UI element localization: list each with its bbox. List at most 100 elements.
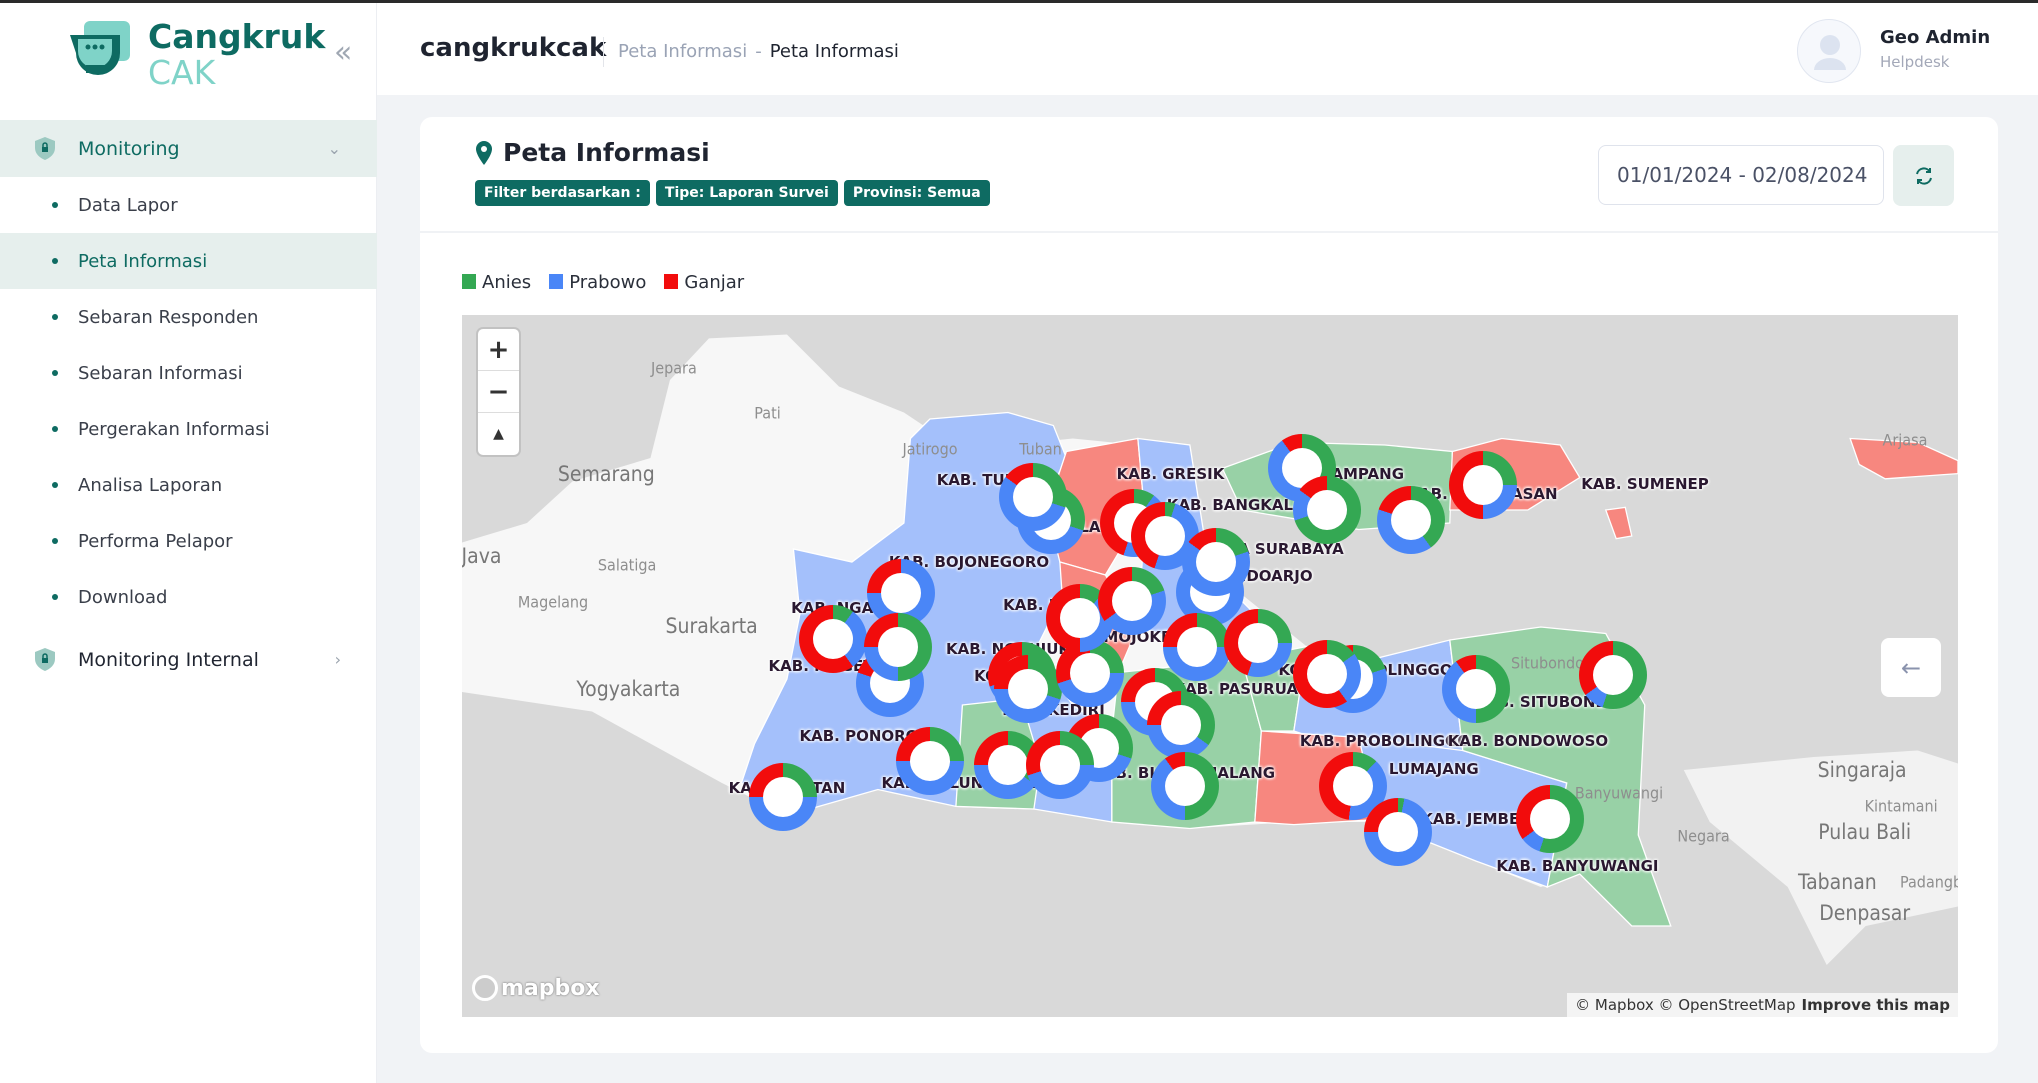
region-red-island-small: [1604, 506, 1633, 540]
breadcrumb: Peta Informasi - Peta Informasi: [618, 41, 899, 62]
header-divider: [603, 37, 604, 67]
city-label: Yogyakarta: [576, 677, 681, 702]
legend-item-ganjar: Ganjar: [664, 272, 744, 293]
map-canvas[interactable]: Jepara Pati Jatirogo Tuban Semarang Java Salat…: [462, 315, 1958, 1017]
card-divider: [420, 231, 1998, 233]
city-label: Java: [462, 543, 502, 568]
sidebar-item-label: Sebaran Informasi: [78, 362, 243, 384]
sidebar-item-label: Performa Pelapor: [78, 530, 233, 552]
city-label: Surakarta: [665, 613, 758, 638]
donut-marker[interactable]: [798, 604, 867, 673]
sidebar-group-label: Monitoring: [78, 137, 180, 160]
refresh-icon: [1915, 166, 1932, 185]
map-pin-icon: [476, 140, 492, 165]
city-label: Semarang: [557, 461, 655, 486]
donut-marker[interactable]: [993, 655, 1062, 724]
sidebar-group-monitoring-internal[interactable]: Monitoring Internal ›: [0, 631, 377, 688]
shield-icon: [35, 137, 55, 160]
sidebar: Cangkruk CAK « Monitoring ⌄ Data Lapor P…: [0, 3, 377, 1083]
filter-province-badge[interactable]: Provinsi: Semua: [843, 180, 990, 206]
sidebar-item-pergerakan-informasi[interactable]: Pergerakan Informasi: [0, 401, 377, 457]
region-label: KAB. BONDOWOSO: [1447, 732, 1609, 751]
mapbox-logo-icon: [472, 975, 498, 1001]
sidebar-item-label: Download: [78, 586, 168, 608]
donut-marker[interactable]: [749, 763, 818, 832]
city-label: Salatiga: [597, 555, 657, 575]
legend-swatch: [549, 274, 564, 289]
bullet-icon: [52, 426, 58, 432]
cup-logo-icon: [70, 21, 130, 75]
map-attribution: © Mapbox © OpenStreetMap Improve this map: [1567, 993, 1958, 1017]
map-zoom-controls: + − ▲: [478, 329, 519, 455]
refresh-button[interactable]: [1893, 145, 1954, 206]
app-logo[interactable]: Cangkruk CAK: [64, 17, 325, 92]
sidebar-item-sebaran-responden[interactable]: Sebaran Responden: [0, 289, 377, 345]
user-name: Geo Admin: [1880, 27, 1991, 48]
legend-item-prabowo: Prabowo: [549, 272, 646, 293]
donut-marker[interactable]: [1026, 730, 1094, 799]
sidebar-group-monitoring[interactable]: Monitoring ⌄: [0, 120, 377, 177]
sidebar-group-label: Monitoring Internal: [78, 648, 259, 671]
donut-marker[interactable]: [1182, 528, 1250, 596]
compass-button[interactable]: ▲: [478, 413, 519, 455]
city-label: Tabanan: [1798, 869, 1877, 894]
collapse-sidebar-icon[interactable]: «: [334, 35, 352, 70]
sidebar-item-peta-informasi[interactable]: Peta Informasi: [0, 233, 377, 289]
breadcrumb-current: Peta Informasi: [769, 41, 899, 62]
legend-swatch: [664, 274, 679, 289]
back-arrow-button[interactable]: ←: [1881, 638, 1941, 697]
legend-label: Anies: [482, 272, 532, 293]
chevron-down-icon: ⌄: [327, 139, 341, 158]
donut-marker[interactable]: [1442, 655, 1510, 724]
donut-marker[interactable]: [1364, 798, 1432, 867]
logo-subtext: CAK: [148, 53, 216, 92]
map-card: Peta Informasi Filter berdasarkan : Tipe…: [420, 117, 1998, 1053]
sidebar-item-data-lapor[interactable]: Data Lapor: [0, 177, 377, 233]
donut-marker[interactable]: [1146, 690, 1215, 759]
filter-label-badge: Filter berdasarkan :: [475, 180, 650, 206]
legend-swatch: [462, 274, 476, 289]
city-label: Banyuwangi: [1574, 783, 1664, 803]
sidebar-item-label: Peta Informasi: [78, 250, 208, 272]
avatar[interactable]: [1797, 19, 1861, 83]
city-label: Situbondo: [1511, 653, 1584, 673]
user-icon: [1814, 35, 1846, 70]
donut-marker[interactable]: [1578, 641, 1647, 710]
zoom-in-button[interactable]: +: [478, 329, 519, 371]
top-header: cangkrukcak Peta Informasi - Peta Informas…: [377, 3, 2038, 95]
sidebar-item-sebaran-informasi[interactable]: Sebaran Informasi: [0, 345, 377, 401]
legend-label: Ganjar: [684, 272, 745, 293]
donut-marker[interactable]: [896, 726, 964, 795]
breadcrumb-parent[interactable]: Peta Informasi: [618, 41, 747, 62]
donut-marker[interactable]: [1162, 612, 1231, 681]
zoom-out-button[interactable]: −: [478, 371, 519, 413]
donut-marker[interactable]: [1448, 451, 1517, 520]
city-label: Arjasa: [1882, 430, 1928, 450]
donut-marker[interactable]: [1377, 486, 1445, 555]
mapbox-logo[interactable]: mapbox: [472, 975, 600, 1001]
donut-marker[interactable]: [998, 463, 1067, 531]
filter-type-badge[interactable]: Tipe: Laporan Survei: [655, 180, 838, 206]
sidebar-item-performa-pelapor[interactable]: Performa Pelapor: [0, 513, 377, 569]
donut-marker[interactable]: [1223, 608, 1292, 677]
improve-map-link[interactable]: Improve this map: [1802, 996, 1950, 1014]
date-range-input[interactable]: 01/01/2024 - 02/08/2024: [1598, 145, 1884, 205]
city-label: Pulau Bali: [1818, 820, 1912, 845]
donut-marker[interactable]: [863, 612, 932, 681]
sidebar-item-download[interactable]: Download: [0, 569, 377, 625]
sidebar-item-analisa-laporan[interactable]: Analisa Laporan: [0, 457, 377, 513]
city-label: Padangbai: [1900, 872, 1958, 892]
donut-marker[interactable]: [1292, 639, 1361, 708]
map-legend: Anies Prabowo Ganjar: [462, 272, 744, 293]
attribution-text[interactable]: © Mapbox © OpenStreetMap: [1575, 996, 1795, 1014]
city-label: Magelang: [517, 592, 589, 612]
city-label: Jatirogo: [902, 439, 958, 459]
donut-marker[interactable]: [1150, 751, 1219, 820]
bullet-icon: [52, 314, 58, 320]
donut-marker[interactable]: [1097, 567, 1166, 635]
donut-marker[interactable]: [1292, 476, 1361, 544]
logo-text: Cangkruk: [148, 17, 326, 56]
city-label: Negara: [1677, 826, 1730, 846]
donut-marker[interactable]: [1516, 785, 1585, 854]
city-label: Denpasar: [1819, 901, 1911, 925]
